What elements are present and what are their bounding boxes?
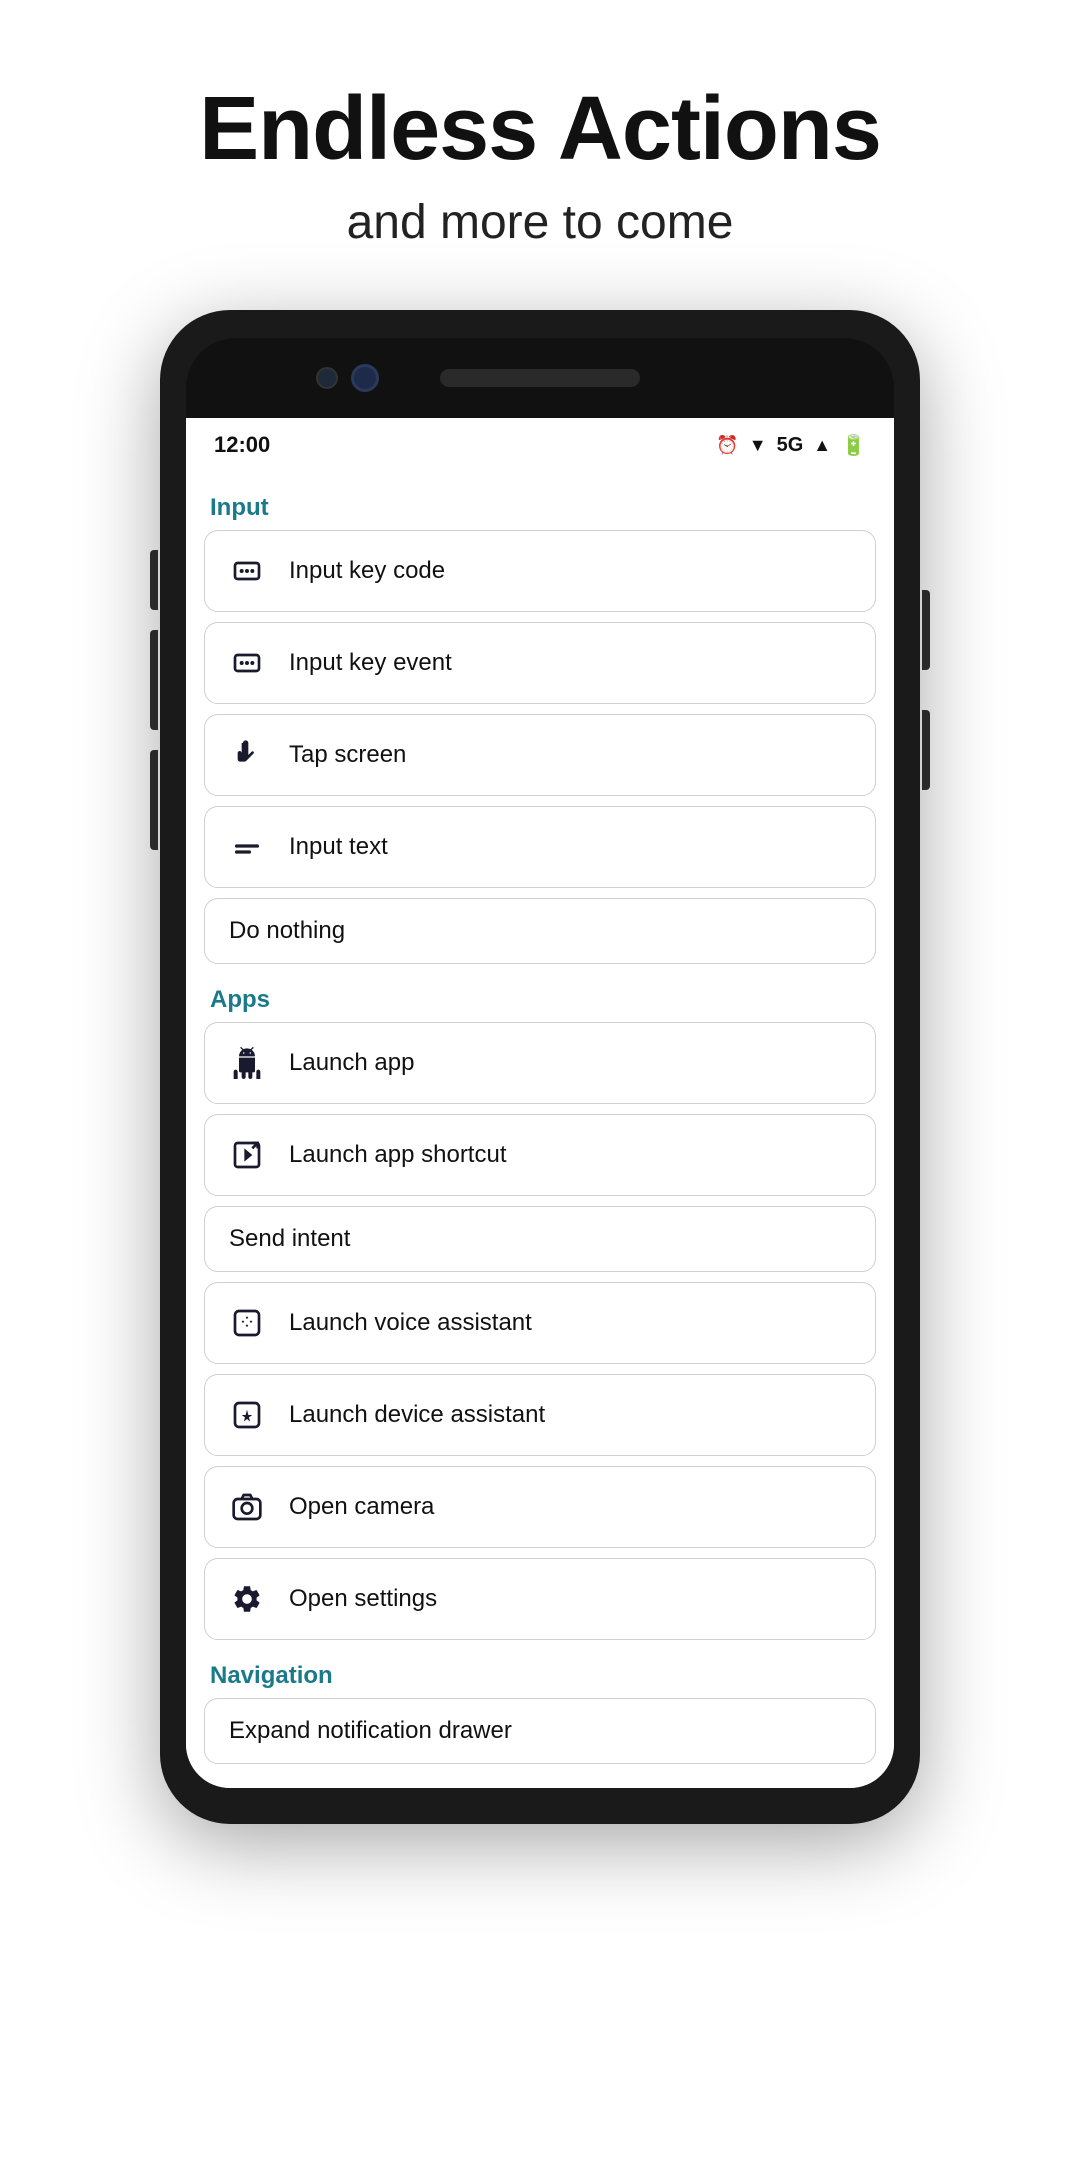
status-battery-icon: 🔋 — [841, 433, 866, 458]
camera-icon — [225, 1485, 269, 1529]
status-icons-group: ⏰ ▼ 5G ▲ 🔋 — [712, 433, 866, 458]
action-label-input-key-code: Input key code — [289, 557, 445, 585]
status-bar: 12:00 ⏰ ▼ 5G ▲ 🔋 — [186, 418, 894, 468]
voice-icon — [225, 1301, 269, 1345]
action-label-tap-screen: Tap screen — [289, 741, 406, 769]
action-item-launch-app-shortcut[interactable]: Launch app shortcut — [204, 1114, 876, 1196]
page-subtitle: and more to come — [199, 195, 881, 250]
status-signal-icon: ▲ — [813, 435, 831, 456]
page-title: Endless Actions — [199, 80, 881, 179]
action-label-do-nothing: Do nothing — [229, 917, 345, 945]
section-header-navigation: Navigation — [204, 1650, 876, 1698]
action-label-open-settings: Open settings — [289, 1585, 437, 1613]
action-label-launch-device-assistant: Launch device assistant — [289, 1401, 545, 1429]
action-item-input-key-code[interactable]: Input key code — [204, 530, 876, 612]
android-icon — [225, 1041, 269, 1085]
status-time: 12:00 — [214, 432, 270, 458]
text-icon — [225, 825, 269, 869]
device-icon — [225, 1393, 269, 1437]
phone-shell: 12:00 ⏰ ▼ 5G ▲ 🔋 InputInput key codeInpu… — [160, 310, 920, 1824]
action-item-open-camera[interactable]: Open camera — [204, 1466, 876, 1548]
camera-dot-right — [351, 364, 379, 392]
camera-dot-left — [316, 367, 338, 389]
action-label-input-key-event: Input key event — [289, 649, 452, 677]
keycode-icon — [225, 549, 269, 593]
action-item-tap-screen[interactable]: Tap screen — [204, 714, 876, 796]
speaker-bar — [440, 369, 640, 387]
settings-icon — [225, 1577, 269, 1621]
tap-icon — [225, 733, 269, 777]
action-item-expand-notification[interactable]: Expand notification drawer — [204, 1698, 876, 1764]
action-item-launch-device-assistant[interactable]: Launch device assistant — [204, 1374, 876, 1456]
phone-screen: 12:00 ⏰ ▼ 5G ▲ 🔋 InputInput key codeInpu… — [186, 418, 894, 1788]
status-alarm-icon: ⏰ — [716, 435, 738, 456]
action-item-launch-voice-assistant[interactable]: Launch voice assistant — [204, 1282, 876, 1364]
phone-top-bar — [186, 338, 894, 418]
action-label-expand-notification: Expand notification drawer — [229, 1717, 512, 1745]
status-wifi-icon: ▼ — [749, 435, 767, 456]
shortcut-icon — [225, 1133, 269, 1177]
action-label-open-camera: Open camera — [289, 1493, 434, 1521]
keyevent-icon — [225, 641, 269, 685]
action-label-launch-app-shortcut: Launch app shortcut — [289, 1141, 507, 1169]
action-label-launch-app: Launch app — [289, 1049, 414, 1077]
action-label-send-intent: Send intent — [229, 1225, 350, 1253]
status-network-label: 5G — [777, 434, 804, 457]
action-item-input-text[interactable]: Input text — [204, 806, 876, 888]
action-label-launch-voice-assistant: Launch voice assistant — [289, 1309, 532, 1337]
action-item-send-intent[interactable]: Send intent — [204, 1206, 876, 1272]
action-item-launch-app[interactable]: Launch app — [204, 1022, 876, 1104]
screen-content[interactable]: Input Input key code Input key event Tap sc… — [186, 468, 894, 1788]
page-header: Endless Actions and more to come — [139, 0, 941, 290]
action-item-input-key-event[interactable]: Input key event — [204, 622, 876, 704]
section-header-apps: Apps — [204, 974, 876, 1022]
section-header-input: Input — [204, 482, 876, 530]
action-item-open-settings[interactable]: Open settings — [204, 1558, 876, 1640]
action-item-do-nothing[interactable]: Do nothing — [204, 898, 876, 964]
action-label-input-text: Input text — [289, 833, 388, 861]
